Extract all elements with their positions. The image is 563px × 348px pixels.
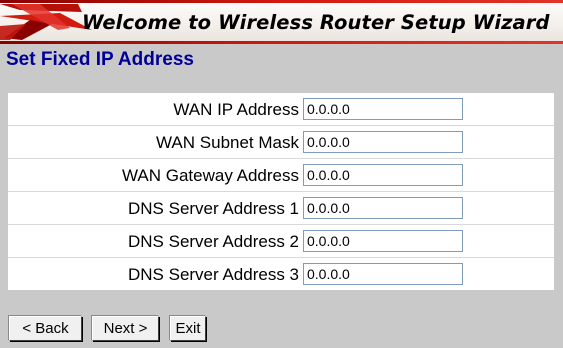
- wan-gateway-address-label: WAN Gateway Address: [122, 166, 299, 185]
- wizard-panel: Set Fixed IP Address WAN IP Address WAN …: [0, 44, 563, 348]
- form-row-wan-subnet: WAN Subnet Mask: [8, 126, 554, 159]
- form-row-dns-3: DNS Server Address 3: [8, 258, 554, 290]
- dns-server-address-3-input[interactable]: [303, 263, 463, 285]
- form-row-dns-2: DNS Server Address 2: [8, 225, 554, 258]
- next-button[interactable]: Next >: [92, 316, 159, 341]
- form-row-dns-1: DNS Server Address 1: [8, 192, 554, 225]
- form-row-wan-gateway: WAN Gateway Address: [8, 159, 554, 192]
- banner-title: Welcome to Wireless Router Setup Wizard: [82, 11, 550, 34]
- exit-button[interactable]: Exit: [170, 316, 206, 341]
- wizard-banner: Welcome to Wireless Router Setup Wizard: [0, 0, 563, 44]
- back-button[interactable]: < Back: [9, 316, 82, 341]
- page-title: Set Fixed IP Address: [6, 49, 194, 70]
- wan-subnet-mask-input[interactable]: [303, 131, 463, 153]
- wan-subnet-mask-label: WAN Subnet Mask: [156, 133, 299, 152]
- wan-ip-address-label: WAN IP Address: [173, 100, 299, 119]
- dns-server-address-3-label: DNS Server Address 3: [127, 265, 299, 284]
- dns-server-address-1-label: DNS Server Address 1: [127, 199, 299, 218]
- wan-ip-address-input[interactable]: [303, 98, 463, 120]
- wan-gateway-address-input[interactable]: [303, 164, 463, 186]
- ip-settings-form: WAN IP Address WAN Subnet Mask WAN Gatew…: [8, 93, 554, 290]
- dns-server-address-2-input[interactable]: [303, 230, 463, 252]
- dns-server-address-1-input[interactable]: [303, 197, 463, 219]
- form-row-wan-ip: WAN IP Address: [8, 93, 554, 126]
- dns-server-address-2-label: DNS Server Address 2: [127, 232, 299, 251]
